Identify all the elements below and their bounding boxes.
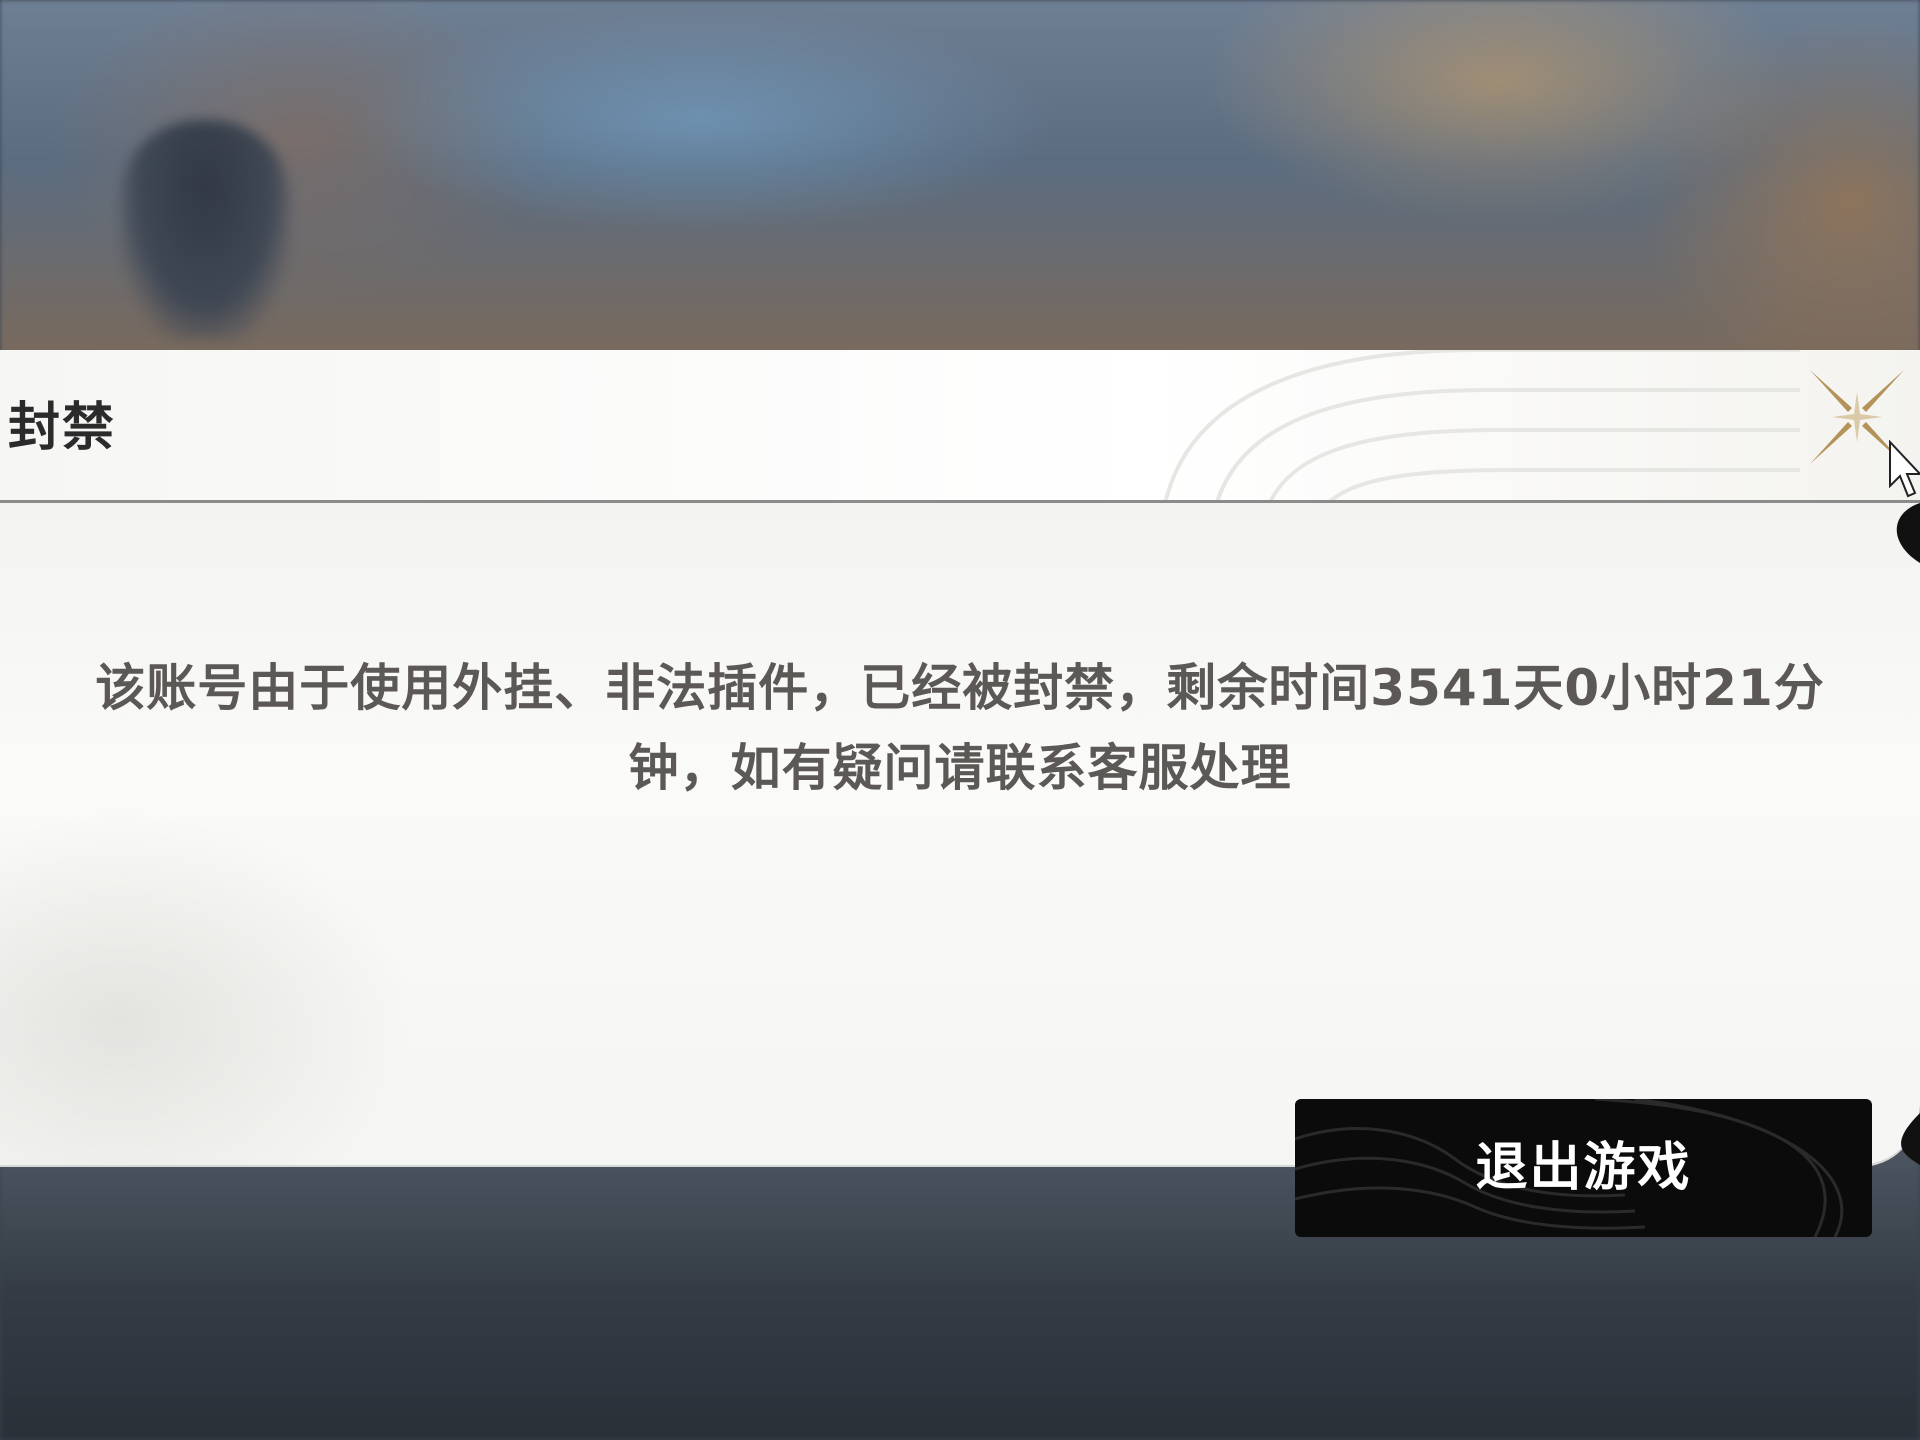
mouse-cursor — [1889, 440, 1920, 498]
ban-dialog: 封禁 该账号由于使用外挂、非法插件，已经被封禁，剩余时间3541天0小时21分 … — [0, 350, 1920, 1237]
dialog-body: 该账号由于使用外挂、非法插件，已经被封禁，剩余时间3541天0小时21分 钟，如… — [0, 503, 1920, 1237]
ban-message: 该账号由于使用外挂、非法插件，已经被封禁，剩余时间3541天0小时21分 钟，如… — [30, 648, 1890, 808]
exit-game-button[interactable]: 退出游戏 — [1295, 1099, 1872, 1237]
exit-game-label: 退出游戏 — [1475, 1138, 1692, 1198]
header-decoration — [1164, 350, 1800, 500]
dialog-title: 封禁 — [8, 398, 117, 458]
ban-message-line-1: 该账号由于使用外挂、非法插件，已经被封禁，剩余时间3541天0小时21分 — [95, 659, 1825, 717]
dialog-header: 封禁 — [0, 350, 1920, 503]
background-character — [120, 120, 290, 340]
ban-message-line-2: 钟，如有疑问请联系客服处理 — [628, 739, 1292, 797]
game-screen: 封禁 该账号由于使用外挂、非法插件，已经被封禁，剩余时间3541天0小时21分 … — [0, 0, 1920, 1440]
dialog-edge-ornament — [1896, 503, 1920, 1165]
